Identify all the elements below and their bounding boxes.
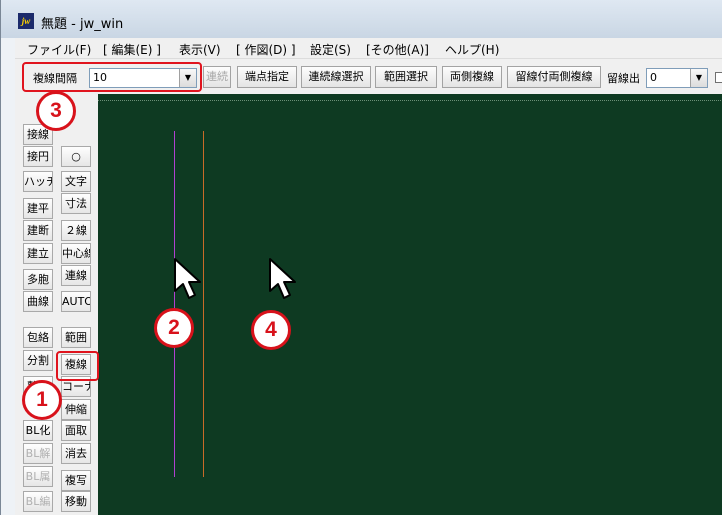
hani-sentaku-button[interactable]: 範囲選択	[375, 66, 437, 88]
jw-app-icon: jw	[18, 13, 34, 29]
palette-col2-button[interactable]: ２線	[61, 220, 91, 241]
callout-badge-4: 4	[251, 310, 291, 350]
renzoku-button[interactable]: 連続	[203, 66, 231, 88]
highlight-interval-box	[22, 62, 202, 92]
window-title: 無題 - jw_win	[41, 17, 124, 32]
canvas-guide-dotted-line	[98, 100, 722, 101]
palette-col2-button[interactable]: 中心線	[61, 243, 91, 264]
option-checkbox[interactable]	[715, 72, 722, 83]
palette-col2-button[interactable]: 伸縮	[61, 399, 91, 420]
callout-badge-2: 2	[154, 308, 194, 348]
title-bar: jw 無題 - jw_win	[1, 0, 722, 38]
callout-badge-1: 1	[22, 380, 62, 420]
drawn-line-purple[interactable]	[174, 131, 175, 477]
callout-badge-3: 3	[36, 91, 76, 131]
palette-col1-button[interactable]: BL解	[23, 443, 53, 464]
highlight-fukusen-box	[56, 351, 99, 381]
menu-edit[interactable]: [ 編集(E) ]	[103, 41, 161, 58]
tomesen-de-label: 留線出	[607, 72, 640, 85]
tomesen-de-value: 0	[650, 71, 657, 84]
menu-other[interactable]: [その他(A)]	[366, 41, 429, 58]
menu-bar: ファイル(F) [ 編集(E) ] 表示(V) [ 作図(D) ] 設定(S) …	[15, 38, 722, 58]
palette-col2-button[interactable]: 面取	[61, 420, 91, 441]
palette-col1-button[interactable]: 包絡	[23, 327, 53, 348]
palette-col1-button[interactable]: 建立	[23, 243, 53, 264]
tool-palette: 接線接円ハッチ建平建断建立多胞曲線包絡分割整理BL化BL解BL属BL編○文字寸法…	[15, 94, 98, 515]
palette-col2-button[interactable]: 消去	[61, 443, 91, 464]
palette-col1-button[interactable]: 多胞	[23, 269, 53, 290]
menu-settings[interactable]: 設定(S)	[310, 41, 351, 58]
mouse-cursor-icon	[269, 258, 296, 299]
palette-col1-button[interactable]: 接円	[23, 146, 53, 167]
palette-col2-button[interactable]: 寸法	[61, 193, 91, 214]
palette-col1-button[interactable]: 分割	[23, 350, 53, 371]
palette-col2-button[interactable]: 連線	[61, 265, 91, 286]
menu-view[interactable]: 表示(V)	[179, 41, 221, 58]
tanten-shitei-button[interactable]: 端点指定	[237, 66, 297, 88]
mouse-cursor-icon	[174, 258, 201, 299]
palette-col1-button[interactable]: 曲線	[23, 291, 53, 312]
palette-col2-button[interactable]: 移動	[61, 491, 91, 512]
drawn-line-orange[interactable]	[203, 131, 204, 477]
jw-win-window: jw 無題 - jw_win ファイル(F) [ 編集(E) ] 表示(V) […	[0, 0, 722, 515]
palette-col2-button[interactable]: AUTO	[61, 291, 91, 312]
tomezuke-ryougawa-fukusen-button[interactable]: 留線付両側複線	[507, 66, 601, 88]
palette-col1-button[interactable]: BL編	[23, 491, 53, 512]
palette-col2-button[interactable]: ○	[61, 146, 91, 167]
drawing-canvas[interactable]	[98, 94, 722, 515]
palette-col2-button[interactable]: 範囲	[61, 327, 91, 348]
palette-col1-button[interactable]: 建断	[23, 220, 53, 241]
tomesen-de-combo[interactable]: 0 ▼	[646, 68, 708, 88]
renzokusen-sentaku-button[interactable]: 連続線選択	[301, 66, 371, 88]
palette-col2-button[interactable]: 複写	[61, 470, 91, 491]
palette-col1-button[interactable]: BL属	[23, 466, 53, 487]
menu-help[interactable]: ヘルプ(H)	[445, 41, 499, 58]
palette-col1-button[interactable]: 建平	[23, 198, 53, 219]
palette-col1-button[interactable]: BL化	[23, 420, 53, 441]
palette-col2-button[interactable]: 文字	[61, 171, 91, 192]
ryougawa-fukusen-button[interactable]: 両側複線	[442, 66, 502, 88]
menu-file[interactable]: ファイル(F)	[27, 41, 91, 58]
menu-draw[interactable]: [ 作図(D) ]	[236, 41, 296, 58]
palette-col1-button[interactable]: ハッチ	[23, 171, 53, 192]
chevron-down-icon[interactable]: ▼	[690, 69, 707, 87]
